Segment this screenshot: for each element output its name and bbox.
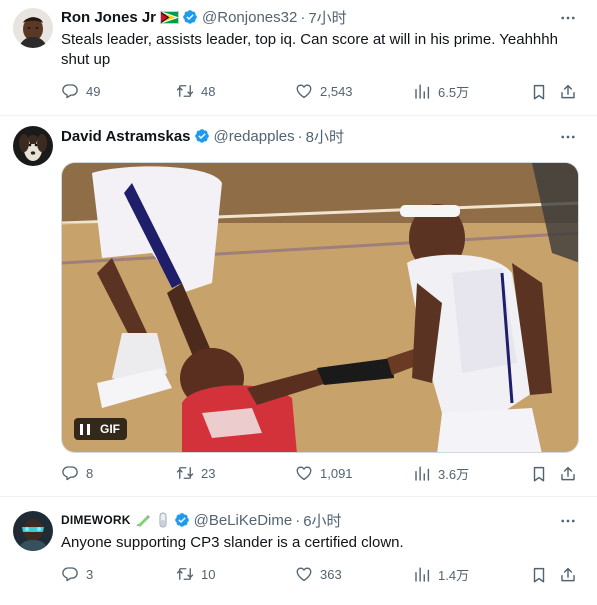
verified-badge-icon <box>194 128 210 144</box>
reply-icon <box>61 82 79 100</box>
verified-badge-icon <box>182 9 198 25</box>
share-icon[interactable] <box>559 83 577 101</box>
timestamp[interactable]: 8小时 <box>306 126 344 147</box>
reply-count: 49 <box>86 83 101 99</box>
like-count: 363 <box>320 566 342 582</box>
like-button[interactable]: 1,091 <box>295 464 353 482</box>
reply-icon <box>61 464 79 482</box>
tweet-3[interactable]: DIMEWORK @BeLiKeDime · 6小时 Anyone suppor… <box>0 497 597 605</box>
retweet-count: 23 <box>201 465 216 481</box>
user-handle[interactable]: @Ronjones32 <box>202 9 297 26</box>
share-icon[interactable] <box>559 566 577 584</box>
views-button[interactable]: 6.5万 <box>413 82 469 101</box>
retweet-button[interactable]: 48 <box>176 82 215 100</box>
separator-dot: · <box>297 127 303 145</box>
tweet-text: Anyone supporting CP3 slander is a certi… <box>61 534 404 551</box>
retweet-button[interactable]: 10 <box>176 565 215 583</box>
tweet-header: DIMEWORK @BeLiKeDime · 6小时 <box>61 510 342 530</box>
avatar[interactable] <box>13 126 53 166</box>
avatar-image <box>13 126 53 166</box>
more-dots-icon[interactable] <box>559 128 577 146</box>
display-name[interactable]: David Astramskas <box>61 128 191 145</box>
tweet-header: David Astramskas @redapples · 8小时 <box>61 126 344 146</box>
reply-count: 8 <box>86 465 94 481</box>
user-handle[interactable]: @redapples <box>214 128 295 145</box>
reply-icon <box>61 565 79 583</box>
retweet-icon <box>176 82 194 100</box>
bookmark-icon[interactable] <box>530 566 548 584</box>
like-button[interactable]: 363 <box>295 565 342 583</box>
action-bar: 8 23 1,091 3.6万 <box>61 464 585 484</box>
reply-button[interactable]: 49 <box>61 82 100 100</box>
tweet-text: Steals leader, assists leader, top iq. C… <box>61 31 558 68</box>
heart-icon <box>295 464 313 482</box>
views-bar-icon <box>413 83 431 101</box>
more-dots-icon[interactable] <box>559 9 577 27</box>
reply-button[interactable]: 3 <box>61 565 93 583</box>
gif-badge[interactable]: GIF <box>74 418 127 440</box>
timestamp[interactable]: 7小时 <box>308 7 346 28</box>
like-count: 2,543 <box>320 83 353 99</box>
syringe-icon <box>135 512 151 528</box>
avatar[interactable] <box>13 511 53 551</box>
views-bar-icon <box>413 465 431 483</box>
verified-badge-icon <box>174 512 190 528</box>
guyana-flag-icon <box>160 10 180 24</box>
avatar-image <box>13 8 53 48</box>
gif-label: GIF <box>100 422 120 436</box>
share-icon[interactable] <box>559 465 577 483</box>
action-bar: 49 48 2,543 6.5万 <box>61 82 585 102</box>
test-tube-icon <box>155 512 171 528</box>
retweet-icon <box>176 565 194 583</box>
tweet-2[interactable]: David Astramskas @redapples · 8小时 GIF 8 … <box>0 116 597 497</box>
views-button[interactable]: 3.6万 <box>413 464 469 483</box>
tweet-1[interactable]: Ron Jones Jr @Ronjones32 · 7小时 Steals le… <box>0 0 597 116</box>
reply-count: 3 <box>86 566 94 582</box>
views-count: 6.5万 <box>438 85 470 100</box>
bookmark-icon[interactable] <box>530 465 548 483</box>
retweet-count: 48 <box>201 83 216 99</box>
user-handle[interactable]: @BeLiKeDime <box>194 512 293 529</box>
views-bar-icon <box>413 566 431 584</box>
separator-dot: · <box>295 511 301 529</box>
tweet-header: Ron Jones Jr @Ronjones32 · 7小时 <box>61 7 347 27</box>
action-bar: 3 10 363 1.4万 <box>61 565 585 585</box>
display-name[interactable]: DIMEWORK <box>61 513 131 527</box>
separator-dot: · <box>300 8 306 26</box>
like-button[interactable]: 2,543 <box>295 82 353 100</box>
views-count: 3.6万 <box>438 467 470 482</box>
heart-icon <box>295 565 313 583</box>
views-count: 1.4万 <box>438 568 470 583</box>
like-count: 1,091 <box>320 465 353 481</box>
avatar[interactable] <box>13 8 53 48</box>
gif-media[interactable]: GIF <box>61 162 579 453</box>
gif-frame-image <box>62 163 578 452</box>
reply-button[interactable]: 8 <box>61 464 93 482</box>
more-dots-icon[interactable] <box>559 512 577 530</box>
retweet-count: 10 <box>201 566 216 582</box>
retweet-button[interactable]: 23 <box>176 464 215 482</box>
heart-icon <box>295 82 313 100</box>
retweet-icon <box>176 464 194 482</box>
display-name[interactable]: Ron Jones Jr <box>61 9 156 26</box>
timestamp[interactable]: 6小时 <box>303 510 341 531</box>
views-button[interactable]: 1.4万 <box>413 565 469 584</box>
avatar-image <box>13 511 53 551</box>
pause-icon <box>80 423 90 435</box>
bookmark-icon[interactable] <box>530 83 548 101</box>
